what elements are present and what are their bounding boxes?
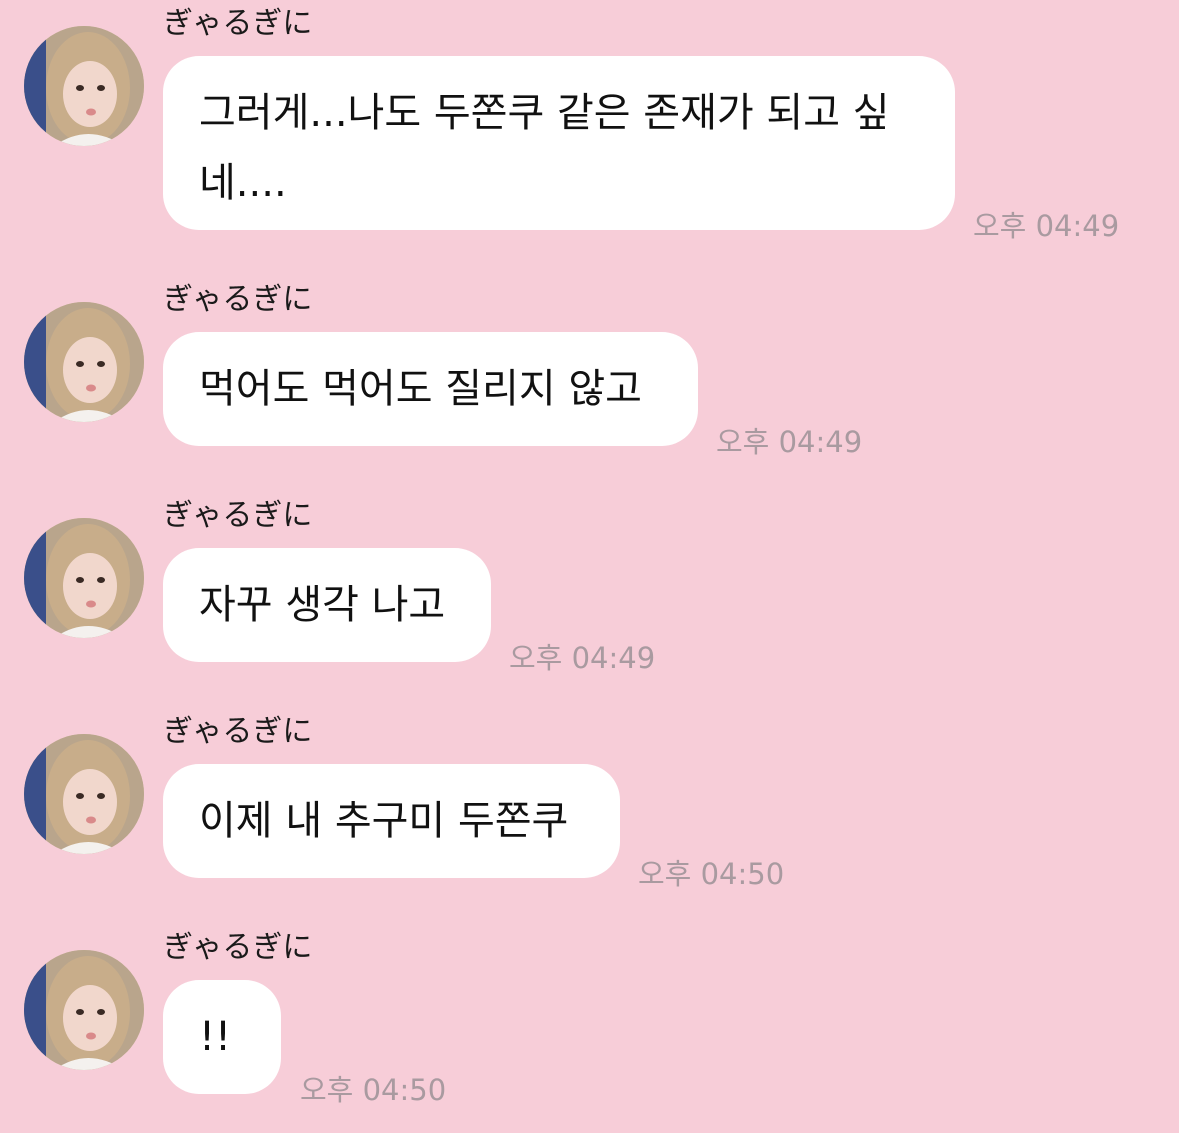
sender-name: ぎゃるぎに — [163, 930, 313, 965]
message-timestamp: 오후 04:49 — [973, 209, 1120, 243]
avatar[interactable] — [24, 26, 144, 146]
message-text-line: !! — [199, 1014, 232, 1060]
message-text-line: 먹어도 먹어도 질리지 않고 — [199, 366, 642, 412]
sender-name: ぎゃるぎに — [163, 282, 313, 317]
message-bubble[interactable]: 먹어도 먹어도 질리지 않고 — [163, 332, 698, 446]
message-text-line: 이제 내 추구미 두쫀쿠 — [199, 798, 569, 844]
avatar[interactable] — [24, 302, 144, 422]
message-bubble[interactable]: 그러게...나도 두쫀쿠 같은 존재가 되고 싶 네.... — [163, 56, 955, 230]
message-text-line: 네.... — [199, 160, 287, 206]
sender-name: ぎゃるぎに — [163, 498, 313, 533]
message-timestamp: 오후 04:50 — [638, 857, 785, 891]
avatar-photo-icon — [24, 518, 144, 638]
message-timestamp: 오후 04:49 — [716, 425, 863, 459]
message-bubble[interactable]: 자꾸 생각 나고 — [163, 548, 491, 662]
avatar-photo-icon — [24, 302, 144, 422]
chat-thread: ぎゃるぎに 그러게...나도 두쫀쿠 같은 존재가 되고 싶 네.... 오후 … — [0, 0, 1179, 1133]
avatar[interactable] — [24, 950, 144, 1070]
sender-name: ぎゃるぎに — [163, 6, 313, 41]
message-text-line: 그러게...나도 두쫀쿠 같은 존재가 되고 싶 — [199, 90, 890, 136]
avatar[interactable] — [24, 734, 144, 854]
message-timestamp: 오후 04:50 — [300, 1073, 447, 1107]
avatar-photo-icon — [24, 734, 144, 854]
avatar[interactable] — [24, 518, 144, 638]
message-text-line: 자꾸 생각 나고 — [199, 582, 446, 628]
message-timestamp: 오후 04:49 — [509, 641, 656, 675]
sender-name: ぎゃるぎに — [163, 714, 313, 749]
avatar-photo-icon — [24, 26, 144, 146]
avatar-photo-icon — [24, 950, 144, 1070]
message-bubble[interactable]: !! — [163, 980, 281, 1094]
message-bubble[interactable]: 이제 내 추구미 두쫀쿠 — [163, 764, 620, 878]
